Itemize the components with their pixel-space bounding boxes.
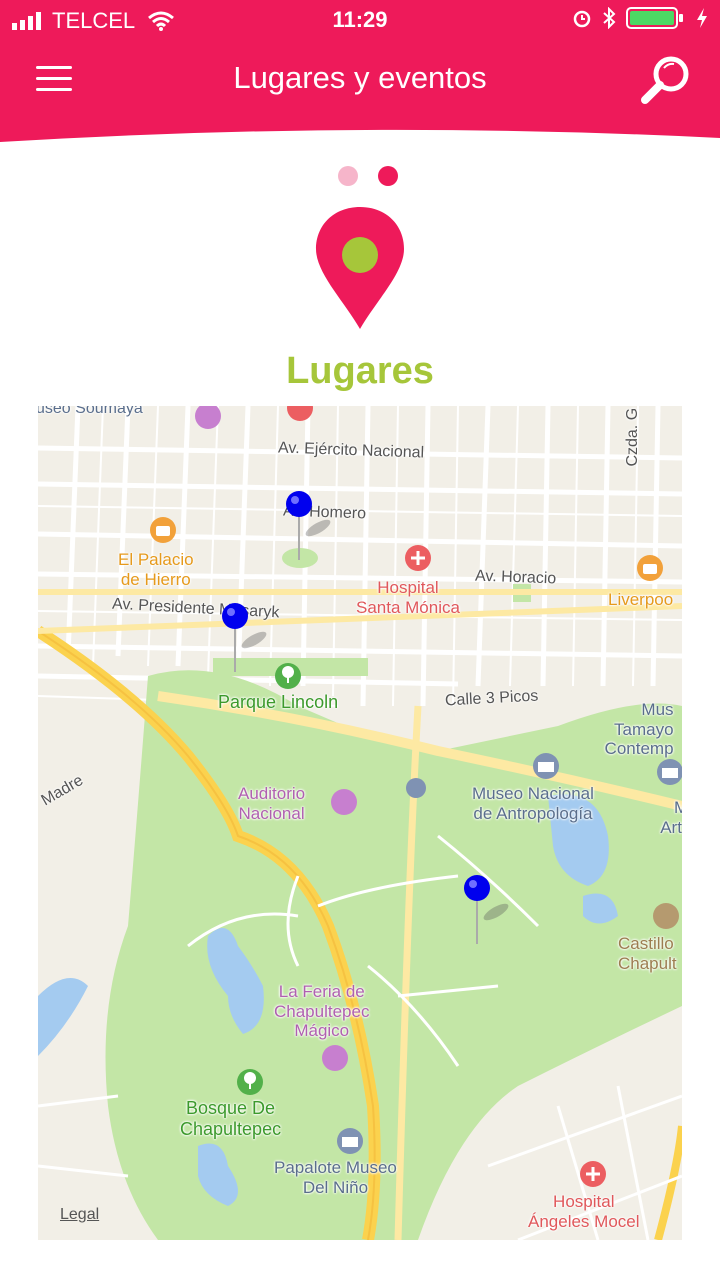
- poi-label-line: Hospital: [377, 578, 439, 597]
- section-title: Lugares: [286, 350, 434, 392]
- poi-parque-lincoln: Parque Lincoln: [218, 692, 339, 712]
- poi-label-line: Mágico: [294, 1021, 350, 1041]
- metro-icon: [406, 778, 426, 798]
- poi-papalote-museo: Papalote Museo Del Niño: [274, 1158, 397, 1197]
- header-title: Lugares y eventos: [233, 60, 487, 95]
- map-legal-link[interactable]: Legal: [60, 1206, 99, 1224]
- theater-icon: [331, 789, 357, 815]
- poi-label-line: Chapult: [618, 953, 677, 973]
- poi-label-line: Papalote Museo: [274, 1158, 397, 1177]
- castle-icon: [653, 903, 679, 929]
- poi-label-line: Castillo: [618, 934, 674, 953]
- battery-icon: [626, 7, 683, 29]
- search-icon: [641, 56, 689, 104]
- ferris-wheel-icon: [322, 1045, 348, 1071]
- poi-label-line: Hospital: [553, 1192, 615, 1211]
- map-label-soumaya: useo Soumaya: [38, 406, 143, 417]
- page-dot-1[interactable]: [338, 166, 358, 186]
- poi-auditorio-nacional: Auditorio Nacional: [238, 784, 305, 823]
- search-button[interactable]: [640, 54, 692, 106]
- poi-label-line: Mus: [641, 700, 674, 719]
- poi-feria-chapultepec: La Feria de Chapultepec Mágico: [274, 982, 369, 1041]
- street-czda: Czda. G: [624, 407, 642, 467]
- poi-label-line: de Hierro: [120, 569, 191, 589]
- app-header: TELCEL 11:29 Lugares y eventos: [0, 0, 720, 150]
- poi-label-line: Del Niño: [302, 1177, 369, 1197]
- map-pin-icon: [222, 603, 267, 672]
- alarm-icon: [573, 10, 591, 28]
- poi-label-line: Santa Mónica: [356, 597, 460, 617]
- poi-label-line: M: [674, 798, 682, 817]
- poi-liverpool: Liverpoo: [608, 590, 674, 609]
- poi-hospital-angeles: Hospital Ángeles Mocel: [528, 1192, 640, 1231]
- page-indicator: [338, 166, 398, 186]
- map-view[interactable]: useo Soumaya Av. Ejército Nacional Av. H…: [38, 406, 682, 1240]
- poi-museo-antropologia: Museo Nacional de Antropología: [472, 784, 594, 823]
- poi-label-line: de Antropología: [473, 803, 593, 823]
- poi-label-line: Chapultepec: [274, 1001, 370, 1021]
- poi-label-line: Bosque De: [186, 1098, 276, 1118]
- page-dot-2[interactable]: [378, 166, 398, 186]
- poi-label-line: Tamayo: [614, 719, 674, 739]
- poi-museo-tamayo: Mus Tamayo Contemp: [598, 700, 674, 759]
- poi-palacio-de-hierro: El Palacio de Hierro: [118, 550, 194, 589]
- poi-label-line: Art: [660, 817, 682, 837]
- poi-hospital-santa-monica: Hospital Santa Mónica: [356, 578, 460, 617]
- poi-label-line: El Palacio: [118, 550, 194, 569]
- street-horacio: Av. Horacio: [474, 567, 557, 588]
- poi-label-line: La Feria de: [278, 982, 365, 1001]
- poi-bosque-chapultepec: Bosque De Chapultepec: [180, 1098, 281, 1139]
- bluetooth-icon: [603, 7, 616, 29]
- poi-label-line: Auditorio: [238, 784, 306, 803]
- status-bar: TELCEL 11:29: [0, 0, 720, 40]
- poi-label-line: Nacional: [238, 803, 305, 823]
- map-pin-icon: [286, 491, 331, 560]
- poi-label-line: Chapultepec: [180, 1118, 282, 1139]
- poi-label-line: Museo Nacional: [472, 784, 594, 803]
- poi-museo-arte: M Art: [654, 798, 682, 837]
- map-pin-icon: [464, 875, 509, 944]
- poi-label-line: Contemp: [604, 739, 674, 759]
- charging-icon: [697, 8, 707, 28]
- poi-label-line: Ángeles Mocel: [528, 1211, 640, 1231]
- poi-castillo-chapultepec: Castillo Chapult: [618, 934, 677, 973]
- location-pin-icon: [314, 205, 406, 336]
